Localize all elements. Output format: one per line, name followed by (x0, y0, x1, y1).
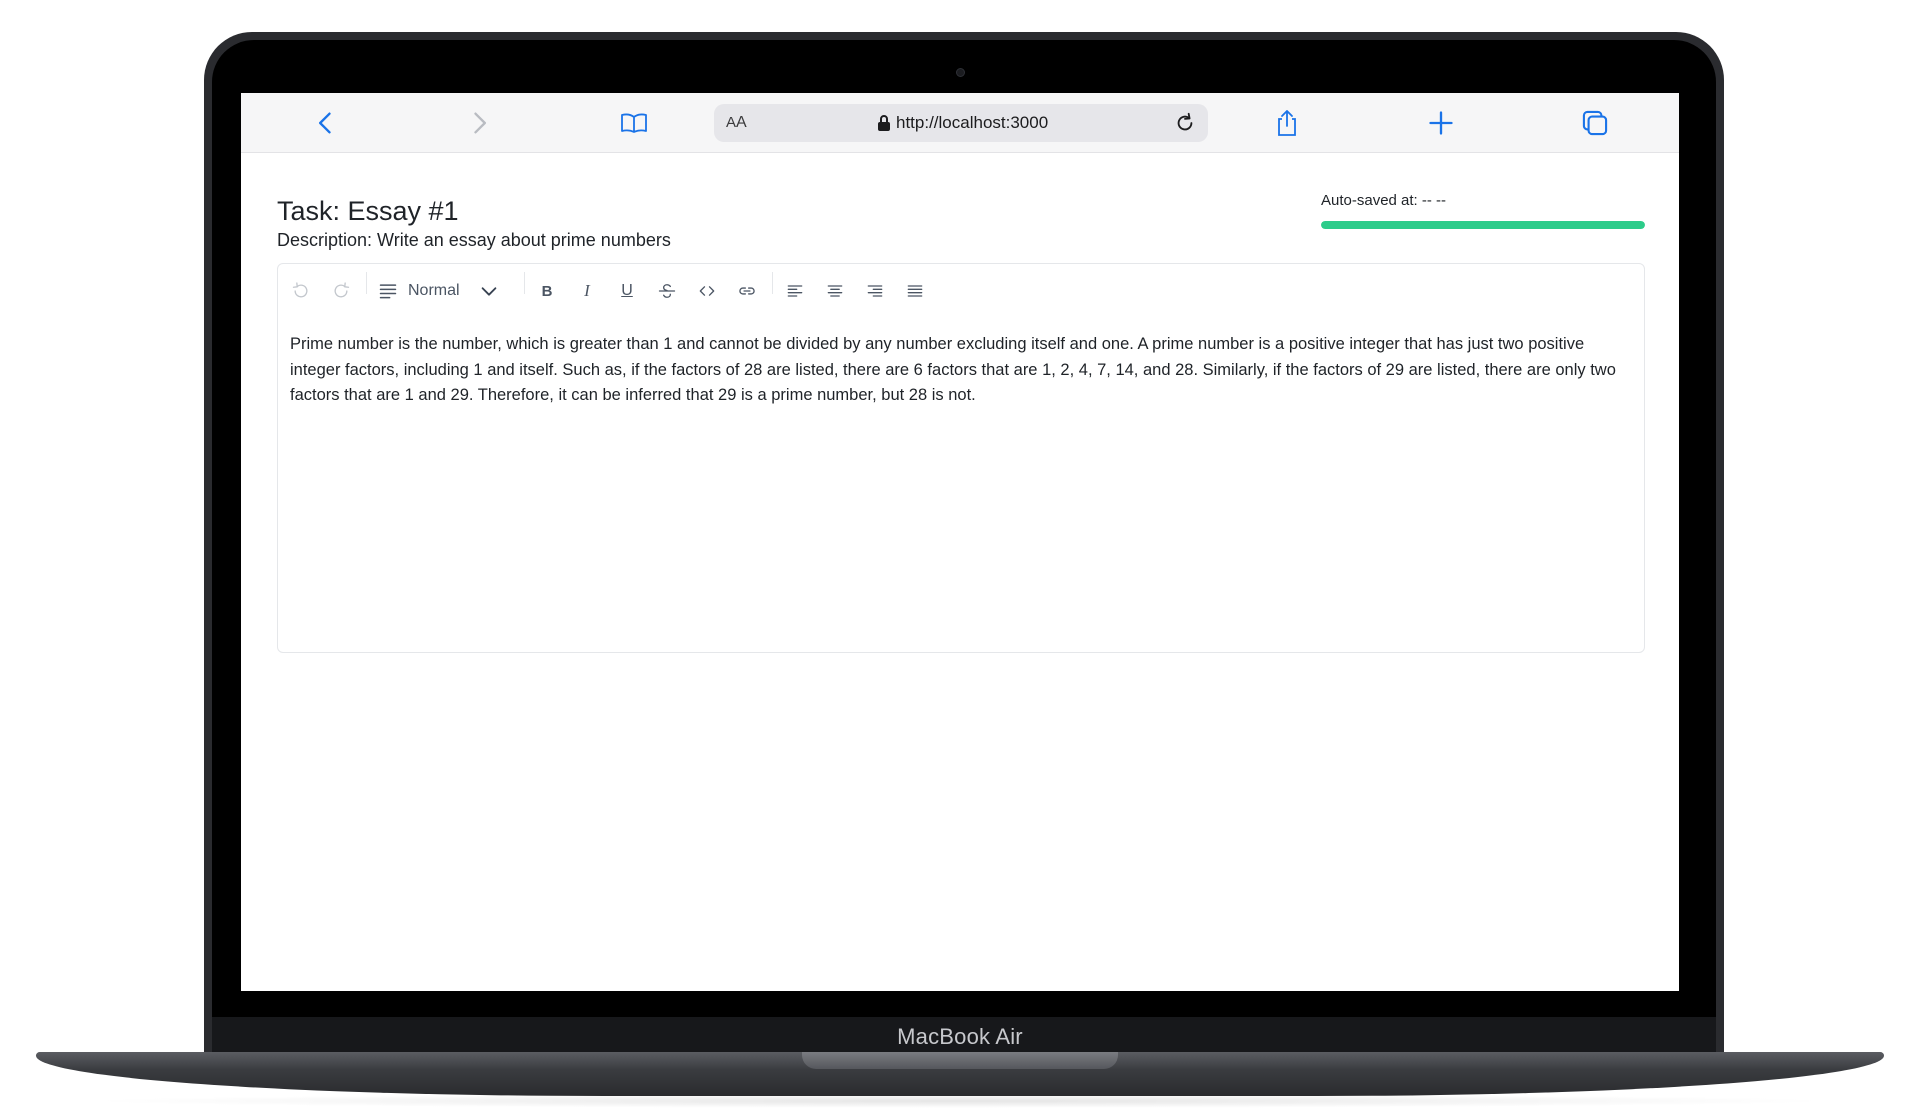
device-label: MacBook Air (897, 1024, 1023, 1049)
url-bar[interactable]: AA http://localhost:3000 (714, 104, 1208, 142)
browser-toolbar: AA http://localhost:3000 (241, 93, 1679, 153)
toolbar-divider (366, 272, 367, 294)
autosave-status: Auto-saved at: -- -- (1321, 192, 1447, 209)
lock-icon (878, 115, 890, 131)
screen: AA http://localhost:3000 Task: Essay #1 … (241, 93, 1679, 991)
align-center-icon[interactable] (822, 278, 848, 304)
code-icon[interactable] (694, 278, 720, 304)
block-type-label: Normal (408, 282, 460, 299)
book-icon[interactable] (619, 108, 649, 138)
reload-icon[interactable] (1174, 112, 1196, 134)
rich-text-editor[interactable]: Normal B I U Prime number is the number,… (277, 263, 1645, 653)
toolbar-divider (772, 272, 773, 294)
strikethrough-icon[interactable] (654, 278, 680, 304)
align-justify-icon[interactable] (902, 278, 928, 304)
align-left-icon[interactable] (782, 278, 808, 304)
underline-icon[interactable]: U (614, 278, 640, 304)
chevron-right-icon[interactable] (464, 108, 494, 138)
paragraph-icon (379, 284, 397, 299)
laptop-shadow (80, 1094, 1840, 1108)
page-title: Task: Essay #1 (277, 196, 459, 226)
autosave-progress-bar (1321, 221, 1645, 229)
url-text[interactable]: http://localhost:3000 (896, 113, 1048, 133)
autosave-progress-fill (1321, 221, 1645, 229)
redo-icon[interactable] (328, 278, 354, 304)
link-icon[interactable] (734, 278, 760, 304)
camera-icon (956, 68, 965, 77)
page-content: Task: Essay #1 Description: Write an ess… (241, 153, 1679, 991)
chevron-down-icon[interactable] (478, 280, 500, 302)
text-size-button[interactable]: AA (726, 114, 747, 132)
share-icon[interactable] (1272, 108, 1302, 138)
editor-toolbar: Normal B I U (278, 264, 1644, 316)
toolbar-divider (524, 272, 525, 294)
align-right-icon[interactable] (862, 278, 888, 304)
laptop-notch (802, 1052, 1118, 1069)
undo-icon[interactable] (288, 278, 314, 304)
task-description: Description: Write an essay about prime … (277, 230, 671, 250)
editor-content[interactable]: Prime number is the number, which is gre… (290, 332, 1630, 409)
block-type-select[interactable]: Normal (378, 278, 500, 304)
italic-icon[interactable]: I (574, 278, 600, 304)
bold-icon[interactable]: B (534, 278, 560, 304)
chevron-left-icon[interactable] (311, 108, 341, 138)
tabs-icon[interactable] (1580, 108, 1610, 138)
plus-icon[interactable] (1426, 108, 1456, 138)
